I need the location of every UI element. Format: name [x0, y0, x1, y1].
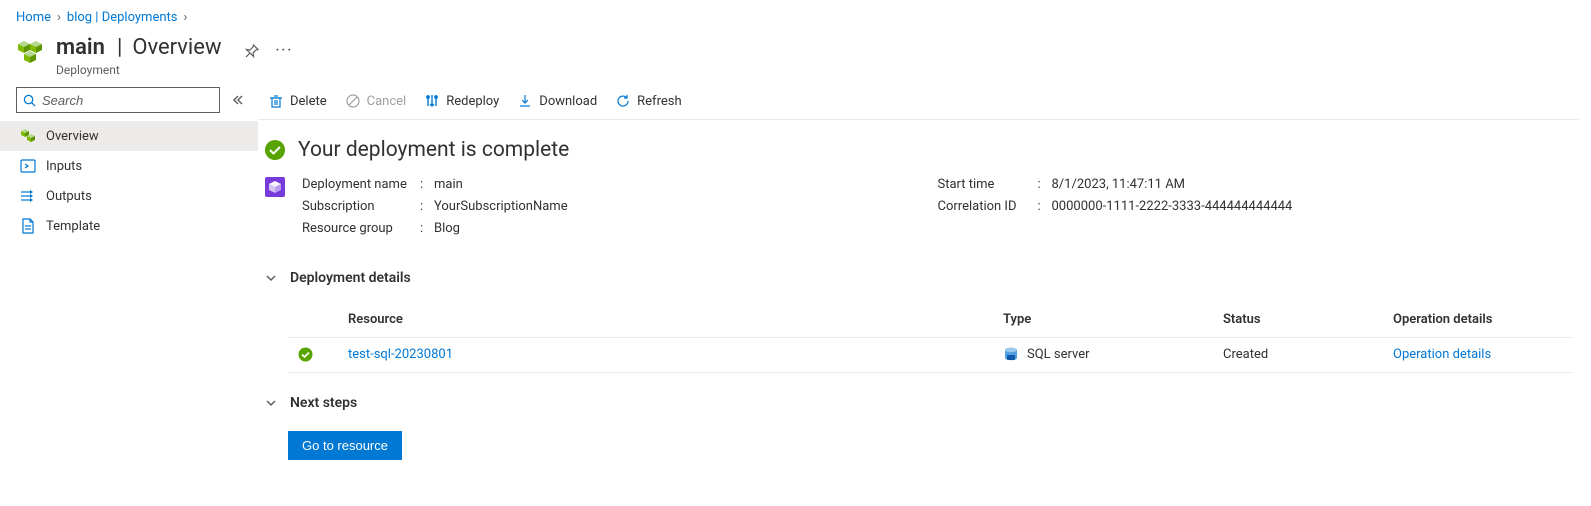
breadcrumb-separator-icon: › — [183, 10, 187, 25]
download-button[interactable]: Download — [517, 93, 597, 109]
row-success-icon — [298, 347, 313, 362]
th-type: Type — [1003, 312, 1223, 327]
meta-value-deployment-name: main — [434, 174, 463, 196]
collapse-sidebar-icon[interactable] — [228, 90, 248, 110]
meta-label-start-time: Start time — [938, 174, 1038, 196]
refresh-button[interactable]: Refresh — [615, 93, 681, 109]
row-resource-link[interactable]: test-sql-20230801 — [348, 347, 453, 362]
row-operation-details-link[interactable]: Operation details — [1393, 347, 1491, 362]
section-deployment-details[interactable]: Deployment details — [258, 248, 1579, 294]
delete-button[interactable]: Delete — [268, 93, 327, 109]
inputs-icon — [20, 158, 36, 174]
main-content: Delete Cancel Redeploy — [258, 87, 1591, 472]
cancel-label: Cancel — [367, 94, 407, 109]
breadcrumb-deployments[interactable]: blog | Deployments — [67, 10, 178, 25]
nav-label: Overview — [46, 129, 99, 144]
page-title: main | Overview — [56, 35, 221, 61]
th-status: Status — [1223, 312, 1393, 327]
nav-item-outputs[interactable]: Outputs — [0, 181, 258, 211]
search-input[interactable] — [42, 93, 213, 108]
row-status: Created — [1223, 347, 1393, 362]
meta-label-deployment-name: Deployment name — [302, 174, 420, 196]
nav-item-inputs[interactable]: Inputs — [0, 151, 258, 181]
nav-label: Template — [46, 219, 100, 234]
go-to-resource-button[interactable]: Go to resource — [288, 431, 402, 460]
cubes-icon — [20, 128, 36, 144]
section-title: Deployment details — [290, 270, 411, 286]
nav-item-overview[interactable]: Overview — [0, 121, 258, 151]
refresh-icon — [615, 93, 631, 109]
section-next-steps[interactable]: Next steps — [258, 373, 1579, 419]
deployment-cubes-icon — [16, 39, 44, 67]
redeploy-label: Redeploy — [446, 94, 499, 109]
sql-server-icon — [1003, 346, 1019, 362]
page-subtitle: Deployment — [56, 63, 221, 77]
meta-value-resource-group[interactable]: Blog — [434, 218, 460, 240]
cancel-button: Cancel — [345, 93, 407, 109]
cancel-icon — [345, 93, 361, 109]
breadcrumb-home[interactable]: Home — [16, 10, 51, 25]
pin-icon[interactable] — [245, 44, 259, 58]
success-icon — [264, 139, 286, 161]
nav-item-template[interactable]: Template — [0, 211, 258, 241]
nav-label: Outputs — [46, 189, 92, 204]
search-icon — [23, 94, 36, 107]
redeploy-button[interactable]: Redeploy — [424, 93, 499, 109]
resource-provider-icon — [264, 176, 290, 198]
download-icon — [517, 93, 533, 109]
meta-value-start-time: 8/1/2023, 11:47:11 AM — [1052, 174, 1186, 196]
status-title: Your deployment is complete — [298, 138, 569, 162]
meta-label-subscription: Subscription — [302, 196, 420, 218]
meta-label-correlation: Correlation ID — [938, 196, 1038, 218]
th-resource: Resource — [348, 312, 1003, 327]
breadcrumb: Home › blog | Deployments › — [0, 0, 1591, 31]
search-box[interactable] — [16, 87, 220, 113]
chevron-down-icon — [264, 396, 278, 410]
chevron-down-icon — [264, 271, 278, 285]
page-header: main | Overview Deployment ··· — [0, 31, 1591, 87]
deployment-details-table: Resource Type Status Operation details t… — [288, 304, 1573, 373]
breadcrumb-separator-icon: › — [57, 10, 61, 25]
th-operation-details: Operation details — [1393, 312, 1563, 327]
refresh-label: Refresh — [637, 94, 681, 109]
more-icon[interactable]: ··· — [275, 43, 293, 58]
page-section: Overview — [132, 35, 221, 61]
table-row: test-sql-20230801 SQL server Created Ope… — [288, 337, 1573, 373]
deployment-name: main — [56, 35, 105, 61]
toolbar: Delete Cancel Redeploy — [258, 87, 1579, 120]
template-icon — [20, 218, 36, 234]
meta-label-resource-group: Resource group — [302, 218, 420, 240]
row-type: SQL server — [1027, 347, 1090, 362]
redeploy-icon — [424, 93, 440, 109]
sidebar: Overview Inputs — [0, 87, 258, 472]
download-label: Download — [539, 94, 597, 109]
meta-value-correlation: 0000000-1111-2222-3333-444444444444 — [1052, 196, 1293, 218]
delete-icon — [268, 93, 284, 109]
outputs-icon — [20, 188, 36, 204]
nav-label: Inputs — [46, 159, 82, 174]
section-title: Next steps — [290, 395, 357, 411]
meta-value-subscription[interactable]: YourSubscriptionName — [434, 196, 568, 218]
delete-label: Delete — [290, 94, 327, 109]
